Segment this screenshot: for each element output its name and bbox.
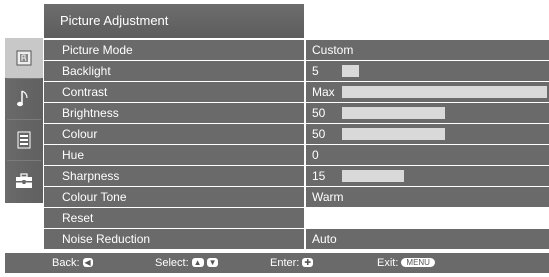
setting-brightness[interactable]: Brightness 50 xyxy=(44,103,549,123)
category-sidebar xyxy=(5,38,43,203)
level-bar xyxy=(342,107,445,119)
setting-label: Colour Tone xyxy=(44,187,304,207)
sidebar-item-picture[interactable] xyxy=(5,38,43,78)
setting-label: Sharpness xyxy=(44,166,304,186)
picture-icon xyxy=(16,50,32,66)
sidebar-item-sound[interactable] xyxy=(5,79,43,119)
setting-hue[interactable]: Hue 0 xyxy=(44,145,549,165)
setting-value: Auto xyxy=(306,229,549,249)
down-arrow-icon: ▼ xyxy=(206,258,219,267)
setting-label: Hue xyxy=(44,145,304,165)
left-arrow-icon: ◀ xyxy=(82,258,93,267)
menu-title-bar: Picture Adjustment xyxy=(44,4,304,38)
select-hint: Select: ▲ ▼ xyxy=(155,257,219,269)
setting-colour-tone[interactable]: Colour Tone Warm xyxy=(44,187,549,207)
setting-value: Custom xyxy=(306,40,549,60)
setting-noise-reduction[interactable]: Noise Reduction Auto xyxy=(44,229,549,249)
setting-label: Colour xyxy=(44,124,304,144)
level-bar xyxy=(342,86,547,98)
level-bar xyxy=(342,128,445,140)
setting-value: Max xyxy=(306,82,549,102)
setting-contrast[interactable]: Contrast Max xyxy=(44,82,549,102)
back-hint: Back: ◀ xyxy=(52,257,93,269)
music-note-icon xyxy=(17,90,28,107)
page-title: Picture Adjustment xyxy=(60,13,169,28)
setting-reset[interactable]: Reset xyxy=(44,208,549,228)
setting-label: Contrast xyxy=(44,82,304,102)
enter-hint: Enter: ✚ xyxy=(270,257,314,269)
setting-label: Brightness xyxy=(44,103,304,123)
setting-label: Backlight xyxy=(44,61,304,81)
setting-value: 50 xyxy=(306,124,549,144)
up-arrow-icon: ▲ xyxy=(191,258,204,267)
sidebar-item-setup[interactable] xyxy=(5,120,43,160)
sidebar-item-features[interactable] xyxy=(5,161,43,201)
setting-label: Picture Mode xyxy=(44,40,304,60)
toolbox-icon xyxy=(16,173,32,188)
exit-hint: Exit: MENU xyxy=(377,257,435,269)
setting-value: 0 xyxy=(306,145,549,165)
setting-value: Warm xyxy=(306,187,549,207)
sliders-icon xyxy=(17,131,31,149)
setting-backlight[interactable]: Backlight 5 xyxy=(44,61,549,81)
setting-value: 50 xyxy=(306,103,549,123)
button-guide-bar: Back: ◀ Select: ▲ ▼ Enter: ✚ Exit: MENU xyxy=(5,253,549,273)
setting-label: Noise Reduction xyxy=(44,229,304,249)
setting-value xyxy=(306,208,549,228)
level-bar xyxy=(342,65,359,77)
menu-key-icon: MENU xyxy=(401,258,435,267)
setting-value: 5 xyxy=(306,61,549,81)
setting-label: Reset xyxy=(44,208,304,228)
enter-button-icon: ✚ xyxy=(302,258,314,267)
setting-value: 15 xyxy=(306,166,549,186)
level-bar xyxy=(342,170,404,182)
setting-sharpness[interactable]: Sharpness 15 xyxy=(44,166,549,186)
setting-colour[interactable]: Colour 50 xyxy=(44,124,549,144)
setting-picture-mode[interactable]: Picture Mode Custom xyxy=(44,40,549,60)
